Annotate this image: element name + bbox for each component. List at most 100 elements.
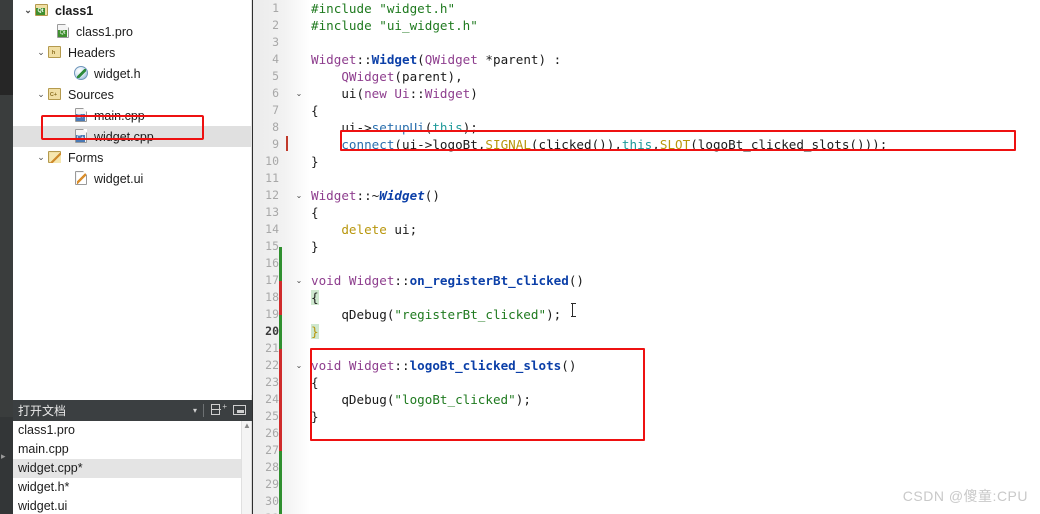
tree-item-sources[interactable]: ⌄ C+ Sources: [13, 84, 251, 105]
line-number: 16: [265, 256, 279, 270]
qt-pro-file-icon: Qt: [55, 24, 71, 39]
tree-item-label: class1: [55, 3, 94, 18]
tree-item-label: main.cpp: [94, 108, 145, 123]
line-number: 27: [265, 443, 279, 457]
open-documents-panel[interactable]: 打开文档 ▾ + class1.pro main.cpp widget.cpp*…: [13, 395, 252, 514]
code-line[interactable]: connect(ui->logoBt,SIGNAL(clicked()),thi…: [311, 136, 887, 153]
code-line[interactable]: ui(new Ui::Widget): [311, 85, 478, 102]
tree-item-headers[interactable]: ⌄ h Headers: [13, 42, 251, 63]
tree-item-label: widget.ui: [94, 171, 144, 186]
tree-item-label: Sources: [68, 87, 114, 102]
qt-project-folder-icon: Qt: [34, 3, 50, 18]
open-doc-item[interactable]: main.cpp: [13, 440, 242, 459]
line-number: 11: [265, 171, 279, 185]
code-line[interactable]: Widget::~Widget(): [311, 187, 440, 204]
code-line[interactable]: #include "ui_widget.h": [311, 17, 478, 34]
tree-item-label: class1.pro: [76, 24, 133, 39]
code-line[interactable]: ui->setupUi(this);: [311, 119, 478, 136]
code-line[interactable]: Widget::Widget(QWidget *parent) :: [311, 51, 561, 68]
code-line[interactable]: delete ui;: [311, 221, 417, 238]
tree-item-widget-cpp[interactable]: C+ widget.cpp: [13, 126, 251, 147]
tree-item-class1[interactable]: ⌄ Qt class1: [13, 0, 251, 21]
line-number: 22: [265, 358, 279, 372]
tree-item-label: Forms: [68, 150, 104, 165]
line-number: 4: [272, 52, 279, 66]
project-tree-panel[interactable]: ⌄ Qt class1 Qt class1.pro ⌄ h Headers wi…: [13, 0, 252, 395]
code-content[interactable]: #include "widget.h" #include "ui_widget.…: [311, 0, 1040, 514]
activity-bar-active-segment: [0, 30, 13, 95]
split-editor-icon[interactable]: +: [211, 403, 227, 417]
code-line[interactable]: {: [311, 374, 319, 391]
code-line[interactable]: void Widget::on_registerBt_clicked(): [311, 272, 584, 289]
cpp-file-icon: C+: [73, 108, 89, 123]
code-line[interactable]: qDebug("registerBt_clicked");: [311, 306, 561, 323]
fold-toggle-icon[interactable]: ⌄: [293, 272, 305, 289]
line-caret-marker: [286, 136, 288, 151]
code-editor[interactable]: 1 2 3 4 5 6 7 8 9 10 11 12 13 14 15 16 17 18 19 20 21 22 23 24 2…: [252, 0, 1040, 514]
line-number: 14: [265, 222, 279, 236]
tree-item-label: widget.cpp: [94, 129, 154, 144]
line-number: 24: [265, 392, 279, 406]
csdn-watermark: CSDN @傻童:CPU: [902, 488, 1028, 504]
headers-folder-icon: h: [47, 45, 63, 60]
line-number: 3: [272, 35, 279, 49]
code-line[interactable]: }: [311, 408, 319, 425]
activity-bar[interactable]: ▸: [0, 0, 13, 514]
chevron-down-icon[interactable]: ⌄: [35, 48, 47, 57]
chevron-down-icon[interactable]: ▾: [187, 406, 203, 415]
line-number: 9: [272, 137, 279, 151]
open-doc-item[interactable]: widget.cpp*: [13, 459, 242, 478]
code-line[interactable]: {: [311, 204, 319, 221]
line-number: 7: [272, 103, 279, 117]
line-number: 28: [265, 460, 279, 474]
open-documents-list[interactable]: class1.pro main.cpp widget.cpp* widget.h…: [13, 421, 242, 514]
code-line[interactable]: }: [311, 153, 319, 170]
line-number: 25: [265, 409, 279, 423]
minimize-panel-icon[interactable]: [233, 404, 248, 417]
fold-toggle-icon[interactable]: ⌄: [293, 85, 305, 102]
fold-toggle-icon[interactable]: ⌄: [293, 357, 305, 374]
qt-creator-window: ▸ ⌄ Qt class1 Qt class1.pro ⌄ h Headers: [0, 0, 1040, 514]
fold-toggle-icon[interactable]: ⌄: [293, 187, 305, 204]
code-line[interactable]: qDebug("logoBt_clicked");: [311, 391, 531, 408]
line-number: 30: [265, 494, 279, 508]
line-number: 2: [272, 18, 279, 32]
code-line[interactable]: }: [311, 238, 319, 255]
tree-item-widget-h[interactable]: widget.h: [13, 63, 251, 84]
line-number: 8: [272, 120, 279, 134]
line-number: 5: [272, 69, 279, 83]
tree-item-main-cpp[interactable]: C+ main.cpp: [13, 105, 251, 126]
line-number: 23: [265, 375, 279, 389]
line-number: 31: [249, 510, 279, 514]
code-line[interactable]: {: [311, 102, 319, 119]
header-file-icon: [73, 66, 89, 81]
line-number: 15: [265, 239, 279, 253]
activity-bar-expand-arrow-icon[interactable]: ▸: [1, 452, 6, 461]
chevron-down-icon[interactable]: ⌄: [35, 153, 47, 162]
open-documents-toolbar[interactable]: ▾ +: [187, 403, 252, 417]
line-number: 20: [265, 324, 279, 338]
open-doc-item[interactable]: class1.pro: [13, 421, 242, 440]
tree-item-widget-ui[interactable]: widget.ui: [13, 168, 251, 189]
code-line[interactable]: QWidget(parent),: [311, 68, 462, 85]
chevron-down-icon[interactable]: ⌄: [22, 6, 34, 15]
line-number: 26: [265, 426, 279, 440]
line-number: 6: [272, 86, 279, 100]
editor-gutter[interactable]: 1 2 3 4 5 6 7 8 9 10 11 12 13 14 15 16 17 18 19 20 21 22 23 24 2…: [253, 0, 310, 514]
code-line[interactable]: void Widget::logoBt_clicked_slots(): [311, 357, 576, 374]
change-marker-modified: [279, 349, 282, 451]
tree-item-forms[interactable]: ⌄ Forms: [13, 147, 251, 168]
text-cursor-ibeam: [571, 303, 577, 317]
code-line[interactable]: }: [311, 323, 319, 340]
open-doc-item[interactable]: widget.ui: [13, 497, 242, 514]
tree-item-class1-pro[interactable]: Qt class1.pro: [13, 21, 251, 42]
tree-item-label: widget.h: [94, 66, 141, 81]
chevron-down-icon[interactable]: ⌄: [35, 90, 47, 99]
code-line[interactable]: {: [311, 289, 319, 306]
activity-bar-lower-segment: [0, 417, 13, 514]
line-number: 21: [265, 341, 279, 355]
line-number: 29: [265, 477, 279, 491]
code-line[interactable]: #include "widget.h": [311, 0, 455, 17]
line-number: 17: [265, 273, 279, 287]
open-doc-item[interactable]: widget.h*: [13, 478, 242, 497]
